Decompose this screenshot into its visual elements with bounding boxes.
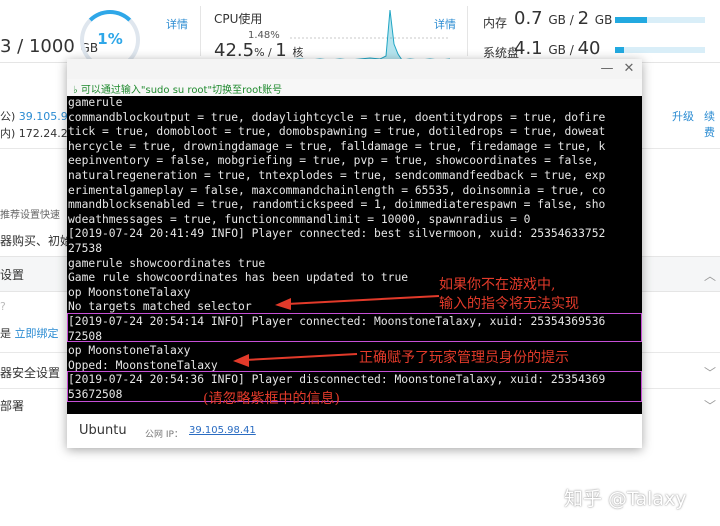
purple-highlight-box (67, 313, 642, 342)
memory-label: 内存 (483, 16, 508, 30)
cpu-percent-suffix: % / (254, 46, 276, 59)
help-icon[interactable]: ? (0, 300, 6, 313)
public-ip-prefix: 公) (0, 110, 16, 123)
bell-icon: ♭ (73, 85, 78, 96)
terminal-dialog: — ✕ ♭ 可以通过输入"sudo su root"切换至root账号 game… (67, 59, 642, 448)
cloud-console-page: 3 / 1000 GB 1% 详情 CPU使用 1.48% 42.5% / 1 … (0, 0, 720, 526)
system-disk-value: 4.1 GB / 40 (514, 38, 600, 59)
gauge-percent: 1% (97, 30, 123, 48)
annotation-not-in-game-line2: 输入的指令将无法实现 (439, 296, 579, 312)
settings-row-label: 设置 (0, 268, 25, 282)
terminal-line: op MoonstoneTalaxy (68, 285, 191, 299)
bind-prefix: 是 (0, 327, 11, 340)
terminal-line: gamerule (68, 96, 123, 109)
memory-total-unit: GB (594, 13, 613, 27)
upgrade-link[interactable]: 升级 (672, 108, 694, 124)
annotation-ignore-purple: (请忽略紫框中的信息) (203, 391, 340, 407)
memory-unit: GB / (548, 13, 578, 27)
terminal-line: erimentalgameplay = false, maxcommandcha… (68, 183, 606, 197)
annotation-not-in-game-line1: 如果你不在游戏中, (439, 277, 556, 293)
recommend-text: 推荐设置快速 (0, 210, 60, 221)
dialog-footer: Ubuntu 公网 IP： 39.105.98.41 (67, 415, 642, 448)
root-switch-tip-text: 可以通过输入"sudo su root"切换至root账号 (80, 85, 283, 96)
terminal-line: tick = true, domobloot = true, domobspaw… (68, 125, 606, 139)
terminal-line: gamerule showcoordinates true (68, 256, 266, 270)
divider (200, 6, 201, 56)
system-disk-total: 40 (577, 38, 601, 59)
detail-link-cpu[interactable]: 详情 (434, 16, 456, 32)
public-ip-label: 公网 IP： (145, 430, 183, 440)
terminal-line: 27538 (68, 242, 103, 255)
disk-total-value: 1000 (28, 36, 75, 57)
annotation-arrow (275, 295, 440, 310)
memory-usage-bar (615, 17, 705, 23)
disk-total-prefix: 3 / (0, 36, 29, 57)
memory-used: 0.7 (514, 8, 543, 29)
public-ip-value[interactable]: 39.105.98.41 (189, 425, 256, 436)
terminal-line: hercycle = true, drowningdamage = true, … (68, 139, 606, 153)
terminal-output[interactable]: gamerule commandblockoutput = true, doday… (67, 96, 642, 414)
bind-row: 是 立即绑定 (0, 325, 59, 341)
close-button[interactable]: ✕ (619, 60, 639, 78)
cpu-title: CPU使用 (214, 12, 263, 26)
chevron-down-icon[interactable]: ﹀ (704, 397, 716, 414)
private-ip-prefix: 内) (0, 127, 16, 140)
system-disk-usage-fill (615, 47, 624, 53)
security-settings-row[interactable]: 器安全设置 (0, 364, 60, 381)
system-disk-used: 4.1 (514, 38, 543, 59)
annotation-arrow (233, 353, 358, 367)
divider (467, 6, 468, 56)
cpu-percent: 42.5 (214, 40, 255, 61)
memory-total: 2 (577, 8, 590, 29)
system-disk-usage-bar (615, 47, 705, 53)
terminal-line: eepinventory = false, mobgriefing = true… (68, 154, 599, 168)
os-name: Ubuntu (79, 423, 127, 438)
tip-bar: ♭ 可以通过输入"sudo su root"切换至root账号 (67, 79, 642, 96)
system-disk-unit: GB / (548, 43, 578, 57)
dialog-header: — ✕ (67, 59, 642, 80)
cpu-sparkline-chart (290, 9, 450, 62)
terminal-line: mmandblocksenabled = true, randomtickspe… (68, 198, 606, 212)
terminal-line: [2019-07-24 20:41:49 INFO] Player connec… (68, 227, 606, 241)
detail-link-disk[interactable]: 详情 (166, 16, 188, 32)
terminal-line: Game rule showcoordinates has been updat… (68, 271, 409, 285)
cpu-sparkline-area (290, 9, 450, 62)
memory-value: 0.7 GB / 2 GB (514, 8, 612, 29)
memory-usage-fill (615, 17, 647, 23)
annotation-op-success: 正确赋予了玩家管理员身份的提示 (359, 350, 569, 366)
chevron-down-icon[interactable]: ﹀ (704, 364, 716, 381)
terminal-line: wdeathmessages = true, functioncommandli… (68, 212, 531, 226)
root-switch-tip: ♭ 可以通过输入"sudo su root"切换至root账号 (73, 81, 282, 96)
bind-now-link[interactable]: 立即绑定 (15, 327, 59, 340)
deploy-row[interactable]: 部署 (0, 397, 24, 414)
chevron-up-icon[interactable]: ︿ (704, 267, 716, 284)
cpu-cores: 1 (275, 40, 287, 61)
renew-link[interactable]: 续费 (704, 108, 720, 140)
minimize-button[interactable]: — (597, 60, 617, 78)
purple-highlight-box (67, 371, 642, 402)
terminal-line: op MoonstoneTalaxy (68, 344, 191, 358)
terminal-line: commandblockoutput = true, dodaylightcyc… (68, 110, 606, 124)
stats-strip: 3 / 1000 GB 1% 详情 CPU使用 1.48% 42.5% / 1 … (0, 0, 720, 70)
zhihu-watermark: 知乎 @Talaxy (564, 488, 687, 510)
terminal-line: naturalregeneration = true, tntexplodes … (68, 169, 606, 182)
